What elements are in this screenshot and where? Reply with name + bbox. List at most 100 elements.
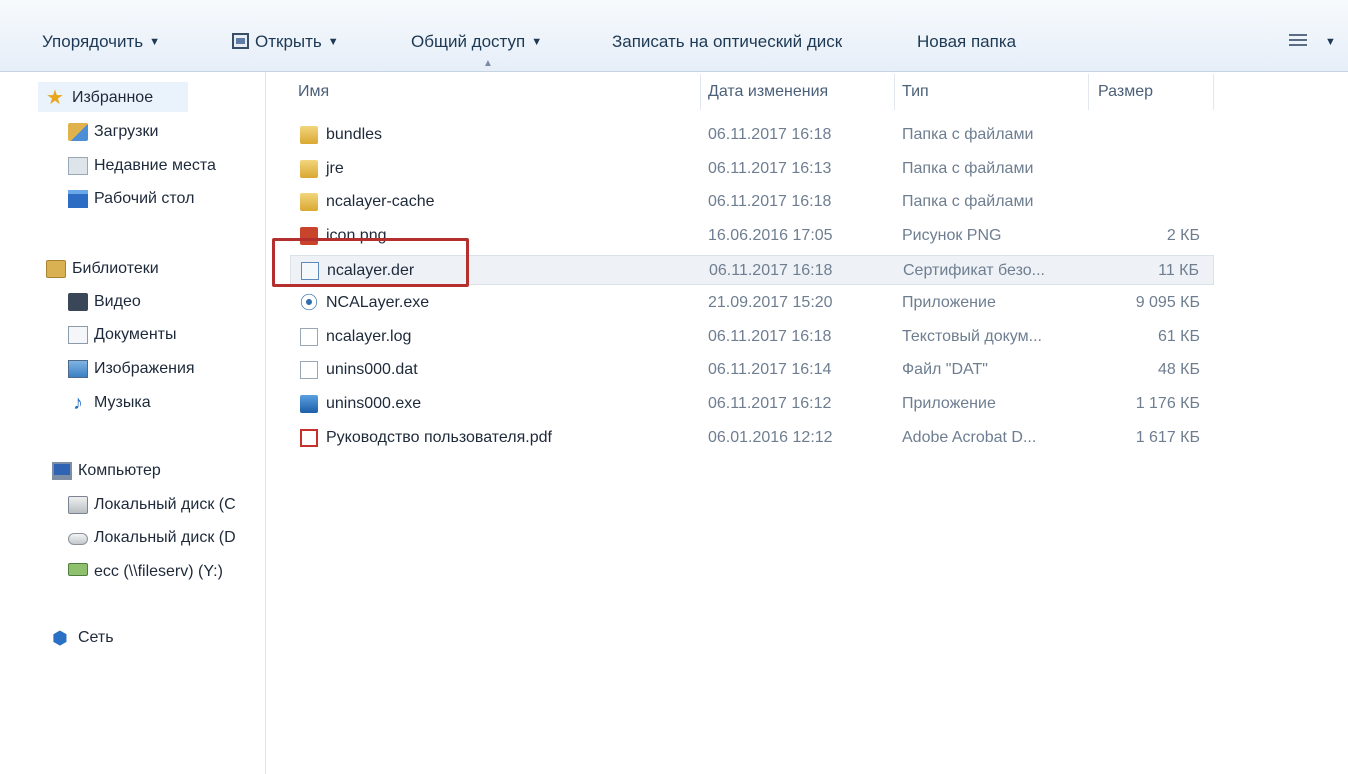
file-date: 06.11.2017 16:18 [708,328,832,345]
nav-label: Компьютер [78,462,161,479]
chevron-down-icon: ▼ [149,36,161,48]
nav-item-disk-c[interactable]: Локальный диск (C [68,491,264,519]
nav-item-music[interactable]: ♪ Музыка [68,389,258,417]
nav-label: ecc (\\fileserv) (Y:) [94,563,223,580]
ncalayer-app-icon: ⦿ [300,293,318,313]
file-row[interactable]: unins000.dat 06.11.2017 16:14 Файл "DAT"… [290,355,1214,385]
open-label: Открыть [255,32,322,51]
file-size: 61 КБ [1157,328,1200,345]
open-menu-button[interactable]: Открыть ▼ [232,28,339,56]
file-type: Сертификат безо... [903,262,1045,279]
file-type: Папка с файлами [902,126,1034,143]
new-folder-button[interactable]: Новая папка [917,28,1016,56]
new-folder-label: Новая папка [917,32,1017,51]
file-name: Руководство пользователя.pdf [326,429,552,446]
view-options-icon[interactable] [1289,34,1307,50]
burn-disc-button[interactable]: Записать на оптический диск [612,28,842,56]
nav-label: Недавние места [94,157,216,174]
nav-item-network-drive[interactable]: ecc (\\fileserv) (Y:) [68,558,264,586]
file-name: jre [326,160,344,177]
recent-places-icon [68,157,88,175]
pdf-file-icon [300,429,318,447]
nav-item-desktop[interactable]: Рабочий стол [68,185,258,213]
computer-icon [52,462,72,480]
column-header-name[interactable]: Имя [298,80,329,104]
burn-label: Записать на оптический диск [612,32,843,51]
file-name: bundles [326,126,383,143]
file-date: 06.11.2017 16:18 [709,262,833,279]
text-file-icon [300,328,318,346]
file-type: Текстовый докум... [902,328,1042,345]
file-row[interactable]: ⦿ NCALayer.exe 21.09.2017 15:20 Приложени… [290,288,1214,318]
chevron-down-icon: ▼ [531,36,543,48]
column-header-type[interactable]: Тип [902,80,929,104]
highlight-annotation-box [272,238,469,287]
nav-item-documents[interactable]: Документы [68,321,258,349]
nav-item-recent[interactable]: Недавние места [68,152,258,180]
star-icon: ★ [46,87,64,109]
command-toolbar: Упорядочить ▼ Открыть ▼ Общий доступ ▼ Запи… [0,0,1348,72]
file-date: 06.11.2017 16:18 [708,126,832,143]
navigation-pane: ★ Избранное Загрузки Недавние места Рабо… [0,72,266,774]
chevron-down-icon[interactable]: ▼ [1325,36,1336,48]
column-header-size[interactable]: Размер [1098,80,1153,104]
organize-label: Упорядочить [42,32,144,51]
file-row[interactable]: ncalayer-cache 06.11.2017 16:18 Папка с … [290,187,1214,217]
file-type: Приложение [902,294,996,311]
nav-item-downloads[interactable]: Загрузки [68,118,258,146]
file-type: Папка с файлами [902,193,1034,210]
video-icon [68,293,88,311]
file-name: ncalayer-cache [326,193,435,210]
folder-icon [300,160,318,178]
file-row[interactable]: Руководство пользователя.pdf 06.01.2016 … [290,423,1214,453]
file-size: 1 176 КБ [1135,395,1200,412]
file-type: Приложение [902,395,996,412]
open-icon [232,33,249,49]
file-size: 48 КБ [1157,361,1200,378]
desktop-icon [68,190,88,208]
organize-menu-button[interactable]: Упорядочить ▼ [42,28,160,56]
nav-item-favorites[interactable]: ★ Избранное [46,84,256,112]
nav-label: Изображения [94,360,195,377]
nav-label: Библиотеки [72,260,159,277]
column-divider[interactable] [894,74,895,110]
nav-item-computer[interactable]: Компьютер [52,457,262,485]
file-date: 06.11.2017 16:14 [708,361,832,378]
file-name: ncalayer.log [326,328,412,345]
music-icon: ♪ [73,392,83,414]
column-header-date[interactable]: Дата изменения [708,80,828,104]
network-icon: ⬢ [52,628,68,648]
nav-item-libraries[interactable]: Библиотеки [46,255,256,283]
file-row[interactable]: jre 06.11.2017 16:13 Папка с файлами [290,154,1214,184]
share-menu-button[interactable]: Общий доступ ▼ [411,28,542,56]
nav-label: Локальный диск (D [94,529,236,546]
sort-ascending-icon: ▲ [483,58,493,69]
nav-item-video[interactable]: Видео [68,288,258,316]
file-row[interactable]: unins000.exe 06.11.2017 16:12 Приложение… [290,389,1214,419]
nav-label: Загрузки [94,123,159,140]
downloads-folder-icon [68,123,88,141]
file-date: 06.11.2017 16:13 [708,160,832,177]
nav-item-network[interactable]: ⬢ Сеть [52,624,262,652]
column-divider[interactable] [1088,74,1089,110]
column-divider[interactable] [1213,74,1214,110]
nav-label: Сеть [78,629,114,646]
file-row[interactable]: ncalayer.log 06.11.2017 16:18 Текстовый … [290,322,1214,352]
drive-icon [68,533,88,545]
nav-label: Избранное [72,89,154,106]
nav-item-disk-d[interactable]: Локальный диск (D [68,524,264,552]
column-divider[interactable] [700,74,701,110]
nav-item-images[interactable]: Изображения [68,355,258,383]
file-type: Рисунок PNG [902,227,1002,244]
setup-exe-icon [300,395,318,413]
nav-label: Видео [94,293,141,310]
network-drive-icon [68,563,88,576]
file-type: Файл "DAT" [902,361,988,378]
nav-label: Музыка [94,394,151,411]
documents-icon [68,326,88,344]
file-row[interactable]: bundles 06.11.2017 16:18 Папка с файлами [290,120,1214,150]
file-size: 1 617 КБ [1135,429,1200,446]
nav-label: Документы [94,326,177,343]
file-name: NCALayer.exe [326,294,430,311]
file-type: Папка с файлами [902,160,1034,177]
